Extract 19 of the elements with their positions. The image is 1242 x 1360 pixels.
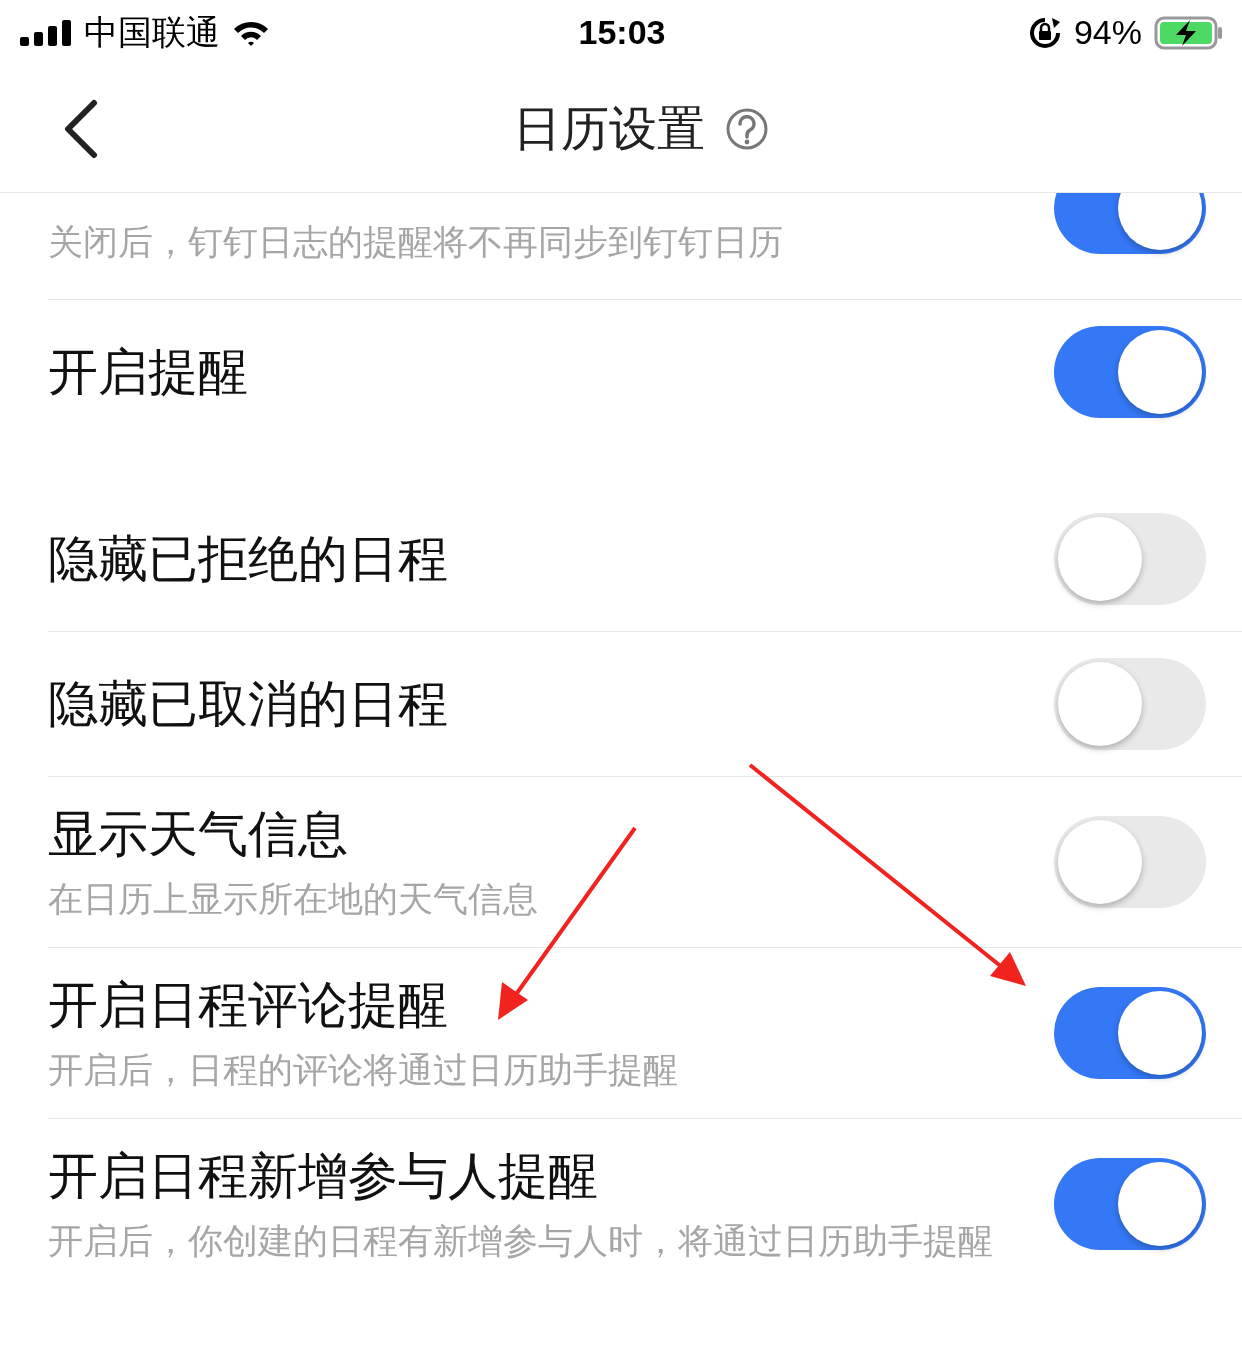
back-icon[interactable] — [62, 99, 98, 159]
setting-description: 在日历上显示所在地的天气信息 — [48, 877, 538, 920]
setting-title: 隐藏已取消的日程 — [48, 674, 448, 734]
setting-title: 隐藏已拒绝的日程 — [48, 529, 448, 589]
setting-description: 关闭后，钉钉日志的提醒将不再同步到钉钉日历 — [48, 221, 783, 263]
battery-percent: 94% — [1073, 13, 1142, 52]
page-title: 日历设置 — [513, 100, 705, 157]
carrier-name: 中国联通 — [84, 11, 220, 53]
battery-charging-icon — [1154, 15, 1224, 50]
rotation-lock-icon — [1027, 15, 1062, 50]
setting-description: 开启后，日程的评论将通过日历助手提醒 — [48, 1048, 678, 1091]
setting-title: 开启提醒 — [48, 342, 248, 402]
status-time: 15:03 — [578, 13, 666, 52]
setting-title: 开启日程评论提醒 — [48, 976, 449, 1035]
setting-title: 显示天气信息 — [48, 805, 349, 864]
signal-icon — [20, 19, 72, 46]
setting-title: 开启日程新增参与人提醒 — [48, 1147, 599, 1206]
setting-description: 开启后，你创建的日程有新增参与人时，将通过日历助手提醒 — [48, 1219, 993, 1262]
help-icon[interactable] — [725, 106, 769, 151]
